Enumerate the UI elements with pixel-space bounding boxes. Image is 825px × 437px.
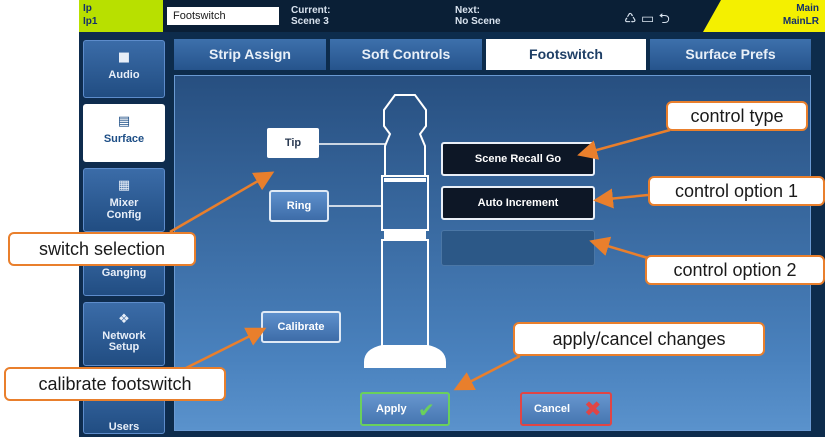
surface-icon: ▤ [117, 114, 131, 129]
main-mix-indicator[interactable]: Main MainLR [703, 0, 825, 32]
sidebar-item-label: Audio [108, 69, 140, 81]
layer-bottom-label: Ip1 [83, 16, 98, 27]
sidebar-item-label: Network Setup [102, 330, 146, 353]
calibrate-button[interactable]: Calibrate [261, 311, 341, 343]
callout-switch-selection: switch selection [8, 232, 196, 266]
layer-top-label: Ip [83, 3, 92, 14]
sidebar-item-label: Ganging [101, 267, 147, 279]
audio-icon: ■ [117, 50, 131, 65]
tip-button[interactable]: Tip [267, 128, 319, 158]
check-icon: ✔ [418, 398, 435, 422]
main-bottom-label: MainLR [782, 16, 819, 27]
status-icons: ♺ ▭ ⮌ [624, 11, 670, 27]
apply-label: Apply [376, 403, 407, 415]
control-type-button[interactable]: Scene Recall Go [441, 142, 595, 176]
main-top-label: Main [796, 3, 819, 14]
tab-footswitch[interactable]: Footswitch [486, 39, 646, 70]
current-scene-label: Current: [291, 5, 331, 16]
callout-control-type: control type [666, 101, 808, 131]
layer-indicator[interactable]: Ip Ip1 [79, 0, 163, 32]
mixer-config-icon: ▦ [117, 178, 131, 193]
control-option2-button[interactable] [441, 230, 595, 266]
callout-calibrate: calibrate footswitch [4, 367, 226, 401]
current-scene-value: Scene 3 [291, 16, 329, 27]
sidebar-item-label: Surface [103, 133, 145, 145]
next-scene-label: Next: [455, 5, 481, 16]
cancel-button[interactable]: Cancel ✖ [520, 392, 612, 426]
callout-apply-cancel: apply/cancel changes [513, 322, 765, 356]
status-bar: Ip Ip1 Footswitch Current: Scene 3 Next:… [79, 0, 825, 32]
next-scene-value: No Scene [455, 16, 501, 27]
tab-soft-controls[interactable]: Soft Controls [330, 39, 482, 70]
tab-surface-prefs[interactable]: Surface Prefs [650, 39, 811, 70]
close-icon: ✖ [584, 397, 602, 421]
cancel-label: Cancel [534, 403, 571, 415]
callout-control-option1: control option 1 [648, 176, 825, 206]
sidebar-item-label: Users [108, 421, 140, 433]
control-option1-button[interactable]: Auto Increment [441, 186, 595, 220]
callout-control-option2: control option 2 [645, 255, 825, 285]
network-icon: ❖ [118, 312, 130, 327]
sidebar-item-label: Mixer Config [106, 197, 142, 221]
sidebar-item-mixer-config[interactable]: ▦ Mixer Config [83, 168, 165, 232]
ring-button[interactable]: Ring [269, 190, 329, 222]
sidebar-item-network-setup[interactable]: ❖ Network Setup [83, 302, 165, 366]
apply-button[interactable]: Apply ✔ [360, 392, 450, 426]
tab-strip-assign[interactable]: Strip Assign [174, 39, 326, 70]
sidebar-item-surface[interactable]: ▤ Surface [83, 104, 165, 162]
sidebar-item-audio[interactable]: ■ Audio [83, 40, 165, 98]
screen-name-field: Footswitch [167, 7, 279, 25]
